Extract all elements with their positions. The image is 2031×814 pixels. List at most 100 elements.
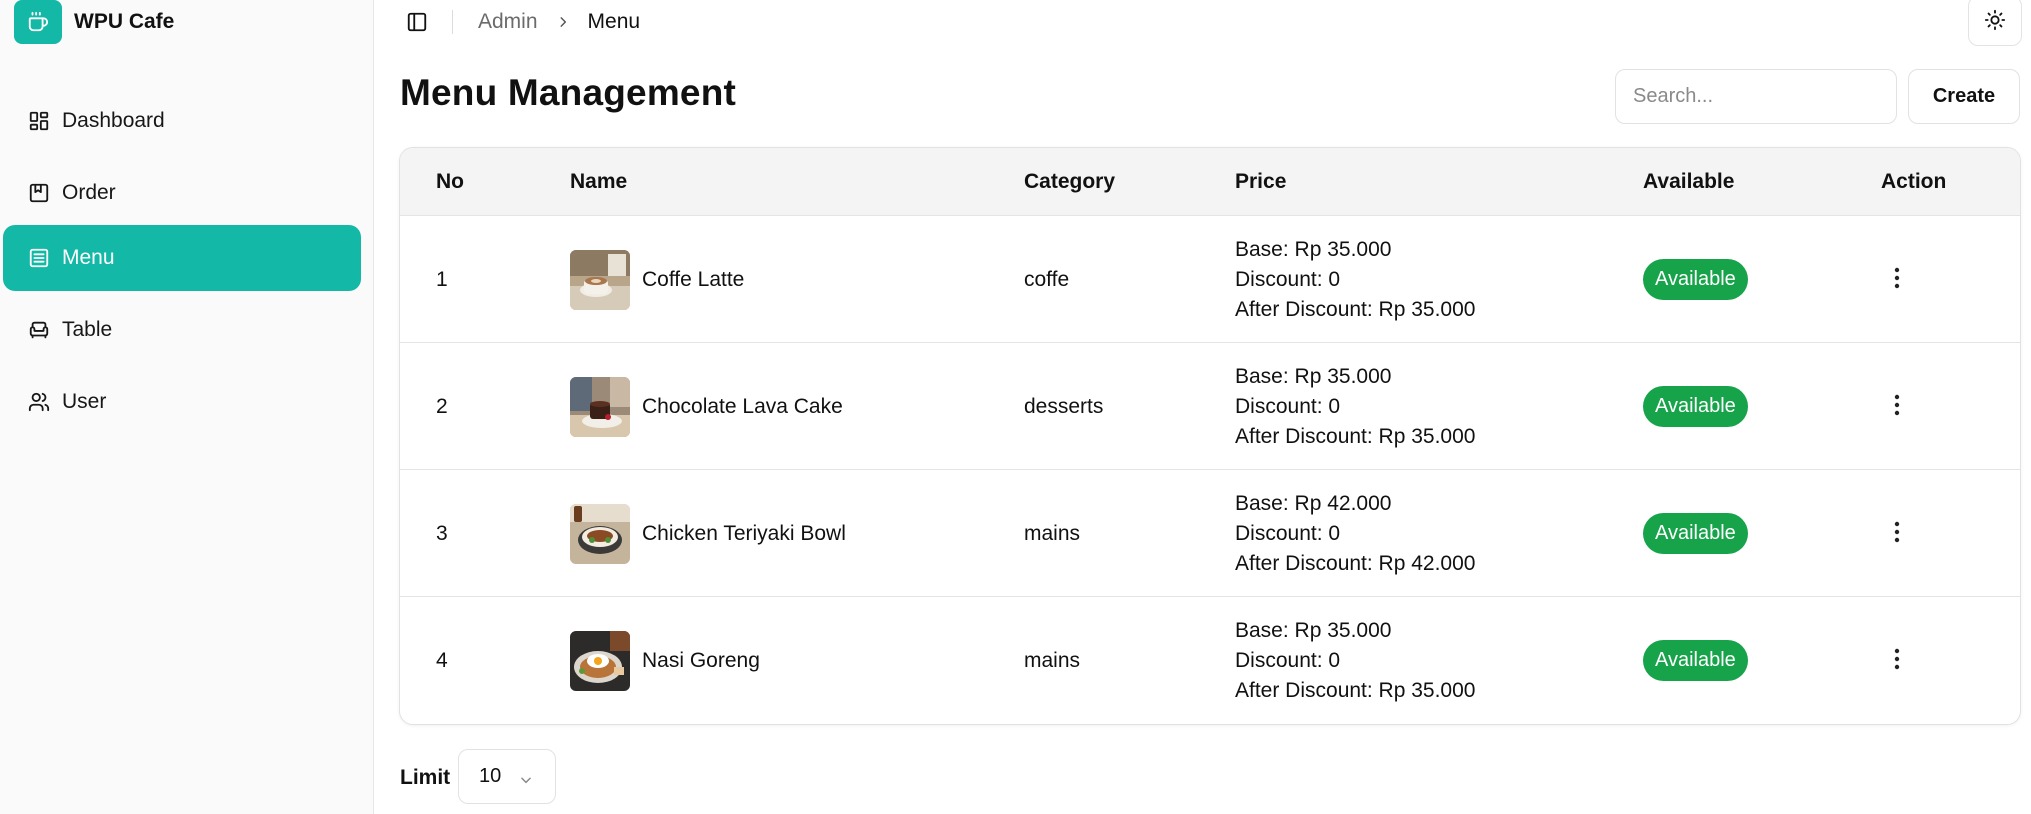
menu-image-chocolate-lava-cake <box>570 376 630 437</box>
price-cell: Base: Rp 35.000 Discount: 0 After Discou… <box>1235 343 1475 470</box>
status-badge: Available <box>1643 513 1748 554</box>
price-base: Base: Rp 35.000 <box>1235 237 1392 261</box>
users-icon <box>27 390 51 414</box>
column-header-category: Category <box>1024 170 1116 193</box>
column-header-available: Available <box>1643 170 1735 193</box>
table-row: 4 Nasi Goreng mains Base: Rp 35.000 Disc… <box>400 597 2020 724</box>
name-cell: Nasi Goreng <box>570 597 760 724</box>
status-badge: Available <box>1643 640 1748 681</box>
brand-name: WPU Cafe <box>74 10 175 33</box>
topbar: Admin Menu <box>374 0 2031 46</box>
column-header-price: Price <box>1235 170 1287 193</box>
price-after-discount: After Discount: Rp 42.000 <box>1235 551 1476 575</box>
available-cell: Available <box>1643 470 1748 597</box>
available-cell: Available <box>1643 343 1748 470</box>
sidebar-item-dashboard[interactable]: Dashboard <box>3 88 361 154</box>
chevron-right-icon <box>556 15 570 29</box>
available-cell: Available <box>1643 597 1748 724</box>
price-discount: Discount: 0 <box>1235 267 1341 291</box>
table-row: 2 Chocolate Lava Cake desserts Base: Rp … <box>400 343 2020 470</box>
price-cell: Base: Rp 42.000 Discount: 0 After Discou… <box>1235 470 1475 597</box>
brand[interactable]: WPU Cafe <box>14 0 174 44</box>
sidebar: WPU Cafe Dashboard Order Menu Table User <box>0 0 374 814</box>
theme-toggle-button[interactable] <box>1968 0 2022 46</box>
menu-name: Coffe Latte <box>642 267 745 291</box>
column-header-no: No <box>436 170 464 193</box>
price-base: Base: Rp 42.000 <box>1235 491 1392 515</box>
row-actions-button[interactable] <box>1882 646 1912 676</box>
sidebar-item-menu[interactable]: Menu <box>3 225 361 291</box>
menu-name: Nasi Goreng <box>642 648 760 672</box>
name-cell: Chocolate Lava Cake <box>570 343 843 470</box>
page-title: Menu Management <box>400 72 737 113</box>
sidebar-toggle-button[interactable] <box>404 10 430 36</box>
menu-name: Chicken Teriyaki Bowl <box>642 521 846 545</box>
breadcrumb: Admin Menu <box>478 10 640 34</box>
row-actions-button[interactable] <box>1882 519 1912 549</box>
row-actions-button[interactable] <box>1882 392 1912 422</box>
status-badge: Available <box>1643 386 1748 427</box>
category-cell: mains <box>1024 648 1081 672</box>
layout-dashboard-icon <box>27 109 51 133</box>
sidebar-item-label: Menu <box>62 246 115 269</box>
sidebar-item-table[interactable]: Table <box>3 297 361 363</box>
price-after-discount: After Discount: Rp 35.000 <box>1235 678 1476 702</box>
table-row: 1 Coffe Latte coffe Base: Rp 35.000 Disc… <box>400 216 2020 343</box>
more-vertical-icon <box>1894 648 1900 673</box>
price-discount: Discount: 0 <box>1235 521 1341 545</box>
price-base: Base: Rp 35.000 <box>1235 618 1392 642</box>
more-vertical-icon <box>1894 521 1900 546</box>
menu-image-nasi-goreng <box>570 630 630 691</box>
available-cell: Available <box>1643 216 1748 343</box>
row-number: 3 <box>436 521 448 545</box>
status-badge: Available <box>1643 259 1748 300</box>
table-row: 3 Chicken Teriyaki Bowl mains Base: Rp 4… <box>400 470 2020 597</box>
armchair-icon <box>27 318 51 342</box>
menu-image-chicken-teriyaki-bowl <box>570 503 630 564</box>
price-cell: Base: Rp 35.000 Discount: 0 After Discou… <box>1235 597 1475 724</box>
sidebar-item-label: User <box>62 390 107 413</box>
breadcrumb-admin[interactable]: Admin <box>478 10 538 34</box>
category-cell: mains <box>1024 521 1081 545</box>
limit-label: Limit <box>400 766 451 789</box>
price-discount: Discount: 0 <box>1235 394 1341 418</box>
menu-name: Chocolate Lava Cake <box>642 394 843 418</box>
sidebar-toggle-icon <box>406 11 428 36</box>
action-cell <box>1882 343 1912 470</box>
more-vertical-icon <box>1894 267 1900 292</box>
row-number: 2 <box>436 394 448 418</box>
limit-value: 10 <box>479 765 502 787</box>
limit-select[interactable]: 10 <box>458 749 556 804</box>
sidebar-item-order[interactable]: Order <box>3 160 361 226</box>
create-button[interactable]: Create <box>1908 69 2020 124</box>
category-cell: coffe <box>1024 267 1070 291</box>
price-after-discount: After Discount: Rp 35.000 <box>1235 297 1476 321</box>
action-cell <box>1882 470 1912 597</box>
name-cell: Coffe Latte <box>570 216 744 343</box>
bookmark-square-icon <box>27 181 51 205</box>
action-cell <box>1882 216 1912 343</box>
sidebar-item-user[interactable]: User <box>3 369 361 435</box>
action-cell <box>1882 597 1912 724</box>
menu-table: No Name Category Price Available Action … <box>399 147 2021 725</box>
sidebar-item-label: Dashboard <box>62 109 165 132</box>
row-actions-button[interactable] <box>1882 265 1912 295</box>
chevron-down-icon <box>519 770 533 784</box>
category-cell: desserts <box>1024 394 1104 418</box>
search-input[interactable] <box>1615 69 1897 124</box>
price-cell: Base: Rp 35.000 Discount: 0 After Discou… <box>1235 216 1475 343</box>
column-header-action: Action <box>1881 170 1947 193</box>
row-number: 1 <box>436 267 448 291</box>
sun-icon <box>1984 9 2006 34</box>
coffee-cup-icon <box>14 0 62 44</box>
sidebar-item-label: Order <box>62 181 116 204</box>
sidebar-item-label: Table <box>62 318 113 341</box>
name-cell: Chicken Teriyaki Bowl <box>570 470 846 597</box>
row-number: 4 <box>436 648 448 672</box>
price-base: Base: Rp 35.000 <box>1235 364 1392 388</box>
more-vertical-icon <box>1894 394 1900 419</box>
table-header: No Name Category Price Available Action <box>400 148 2020 216</box>
column-header-name: Name <box>570 170 628 193</box>
divider <box>452 10 453 34</box>
menu-list-icon <box>27 246 51 270</box>
